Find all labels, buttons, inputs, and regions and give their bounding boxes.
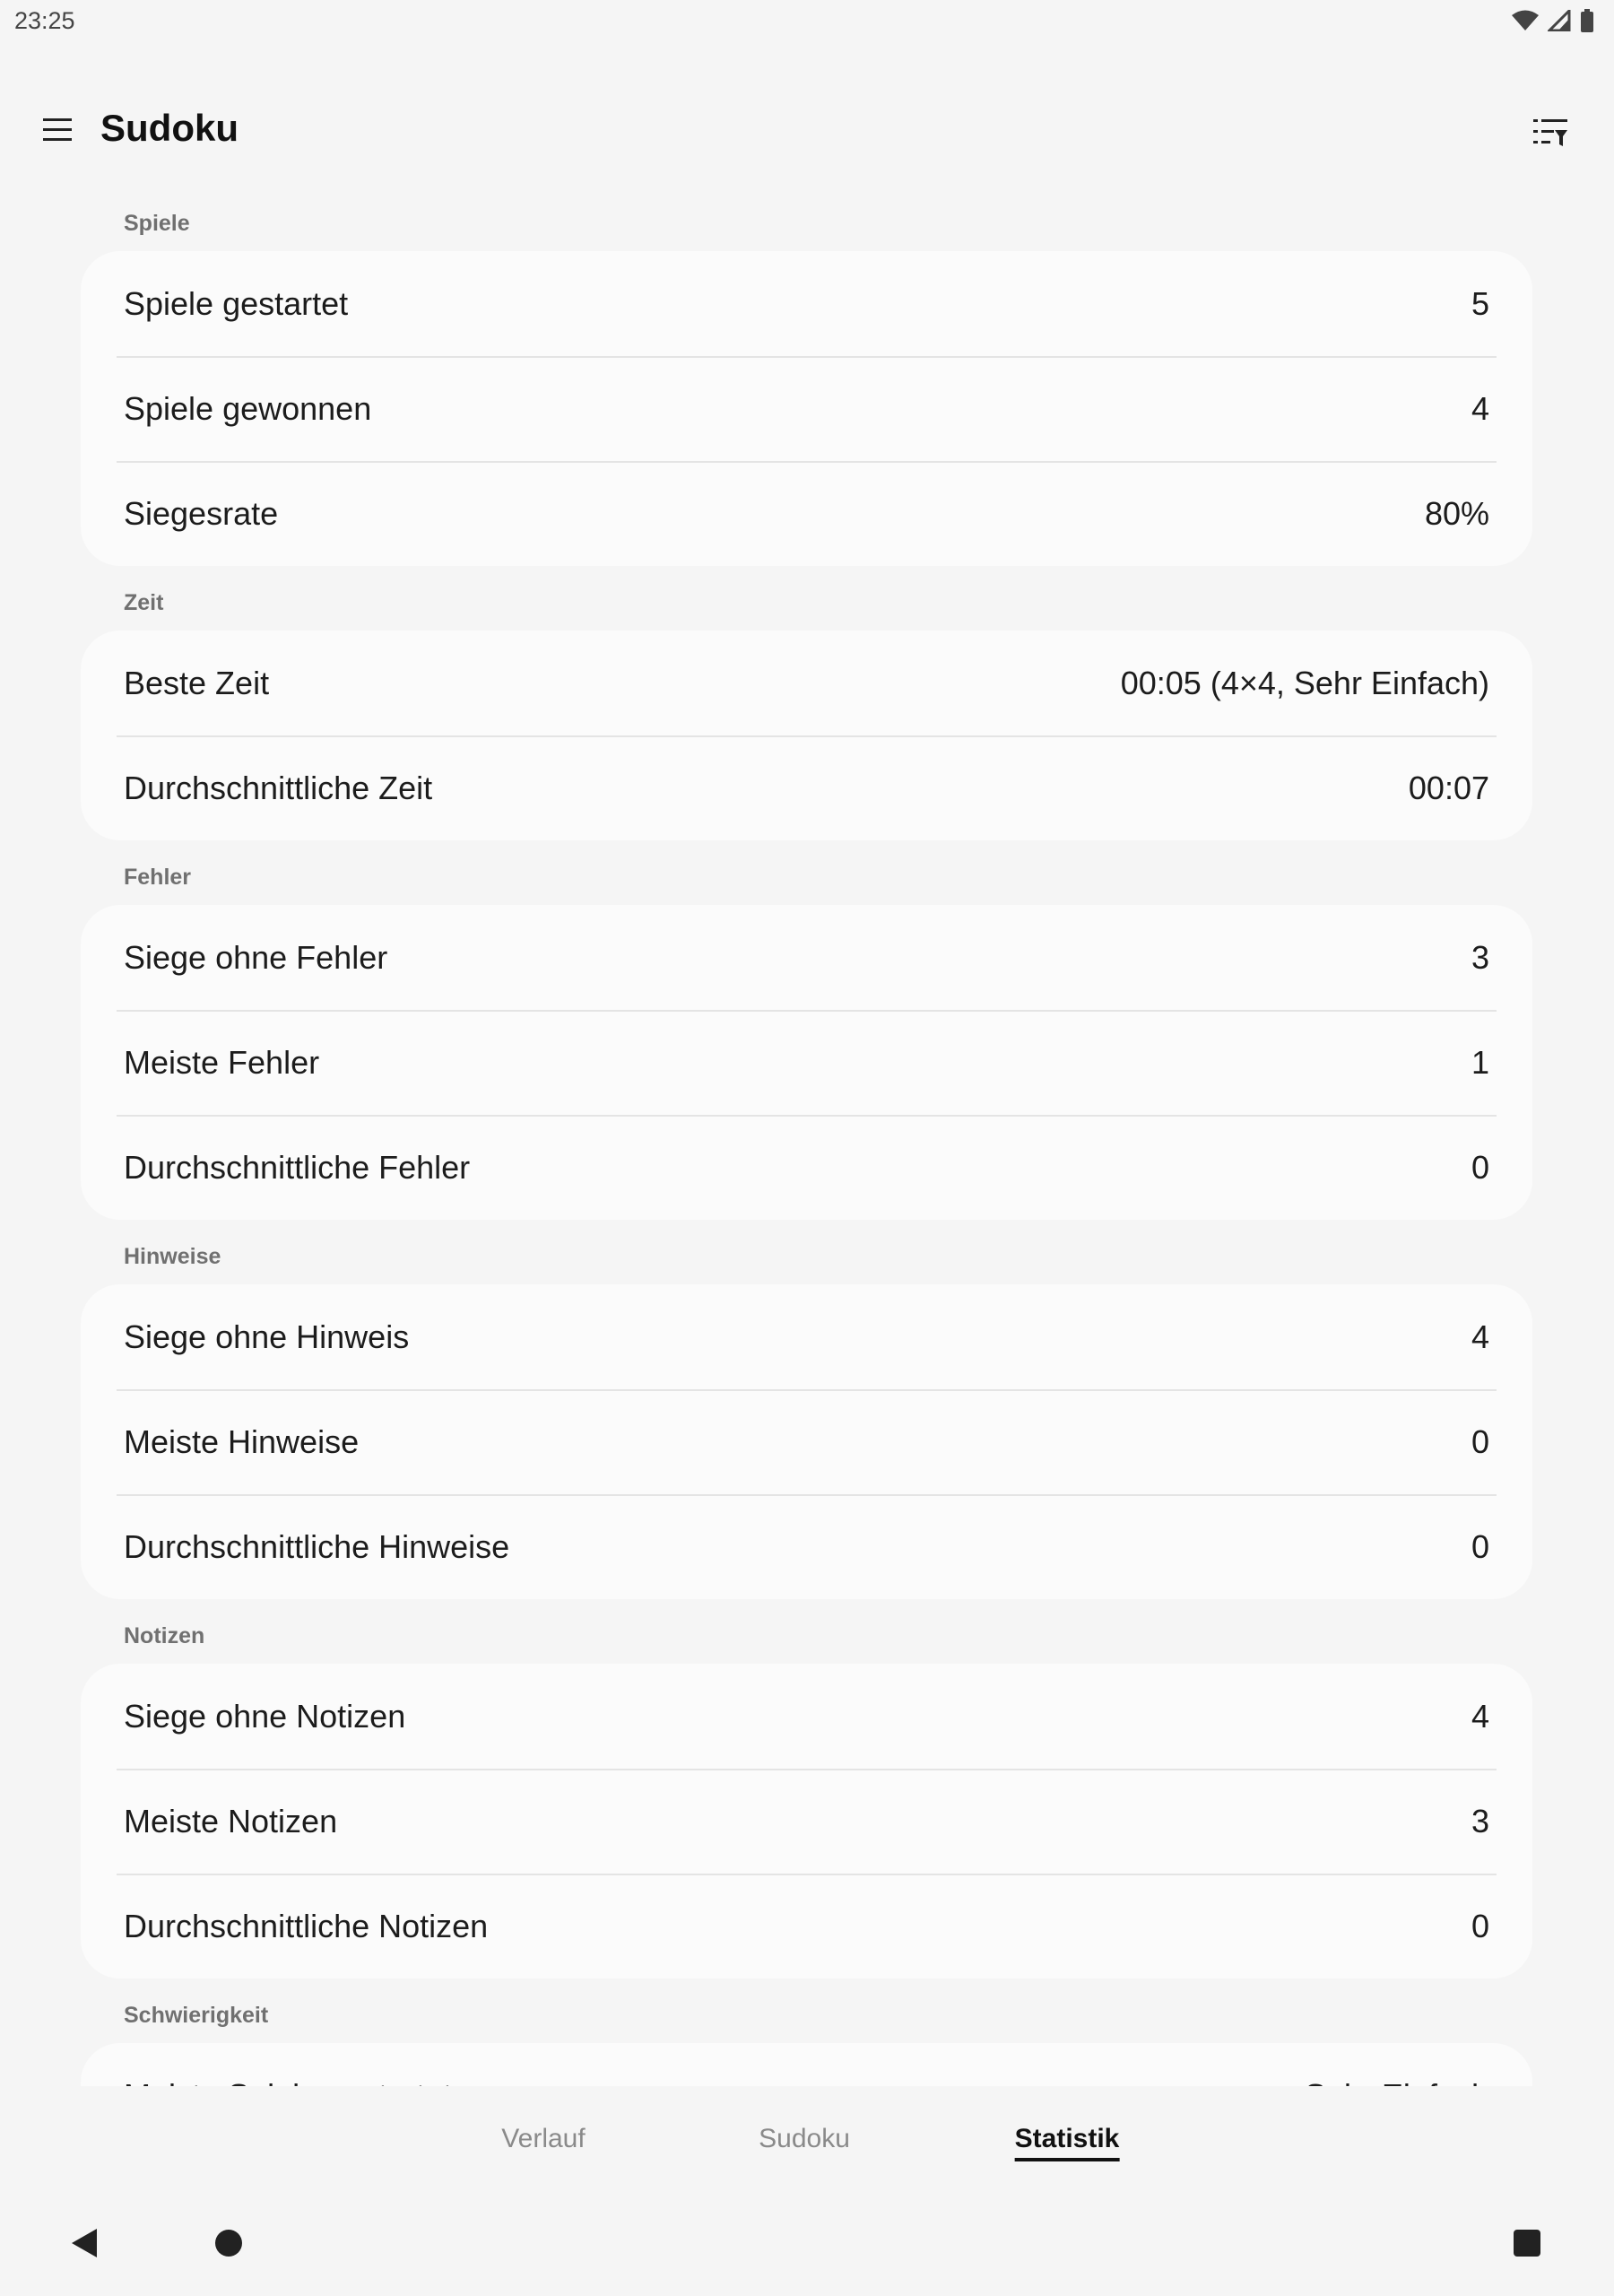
- stat-value: 4: [1471, 1318, 1489, 1355]
- tab-statistics[interactable]: Statistik: [1014, 2124, 1119, 2161]
- status-icons: [1512, 9, 1594, 32]
- tab-history[interactable]: Verlauf: [501, 2124, 585, 2154]
- hamburger-menu-icon: [43, 117, 72, 147]
- stat-label: Meiste Fehler: [124, 1043, 320, 1081]
- stat-label: Meiste Notizen: [124, 1802, 338, 1839]
- stat-value: 3: [1471, 1802, 1489, 1839]
- stat-label: Durchschnittliche Hinweise: [124, 1527, 510, 1565]
- stat-value: 3: [1471, 938, 1489, 976]
- section-header-mistakes: Fehler: [124, 865, 192, 890]
- stat-row-average-mistakes[interactable]: Durchschnittliche Fehler 0: [81, 1115, 1532, 1220]
- bottom-tab-bar: Verlauf Sudoku Statistik: [0, 2086, 1614, 2194]
- app-title: Sudoku: [100, 107, 239, 149]
- stat-label: Spiele gestartet: [124, 284, 349, 322]
- stat-row-games-started[interactable]: Spiele gestartet 5: [81, 251, 1532, 356]
- section-header-difficulty: Schwierigkeit: [124, 2003, 269, 2028]
- stat-row-win-rate[interactable]: Siegesrate 80%: [81, 461, 1532, 566]
- stat-label: Durchschnittliche Notizen: [124, 1907, 489, 1944]
- stat-value: 4: [1471, 389, 1489, 427]
- tab-sudoku[interactable]: Sudoku: [759, 2124, 850, 2154]
- stat-value: 0: [1471, 1422, 1489, 1460]
- stat-row-most-notes[interactable]: Meiste Notizen 3: [81, 1769, 1532, 1874]
- home-circle-icon: [214, 2229, 243, 2262]
- stat-label: Meiste Spiele gestartet: [124, 2077, 452, 2087]
- stat-row-most-mistakes[interactable]: Meiste Fehler 1: [81, 1010, 1532, 1115]
- signal-icon: [1548, 10, 1571, 31]
- wifi-icon: [1512, 10, 1539, 31]
- card-notes: Siege ohne Notizen 4 Meiste Notizen 3 Du…: [81, 1664, 1532, 1979]
- menu-button[interactable]: [30, 105, 84, 159]
- stat-row-most-hints[interactable]: Meiste Hinweise 0: [81, 1389, 1532, 1494]
- stat-label: Beste Zeit: [124, 664, 270, 701]
- section-header-notes: Notizen: [124, 1623, 205, 1648]
- stat-label: Spiele gewonnen: [124, 389, 372, 427]
- stat-label: Durchschnittliche Fehler: [124, 1148, 471, 1186]
- filter-button[interactable]: [1524, 109, 1578, 162]
- stat-value: 80%: [1424, 494, 1489, 532]
- section-header-time: Zeit: [124, 590, 164, 615]
- card-hints: Siege ohne Hinweis 4 Meiste Hinweise 0 D…: [81, 1284, 1532, 1599]
- card-difficulty: Meiste Spiele gestartet Sehr Einfach: [81, 2043, 1532, 2086]
- filter-list-icon: [1533, 117, 1569, 154]
- stat-row-most-games-started[interactable]: Meiste Spiele gestartet Sehr Einfach: [81, 2043, 1532, 2087]
- battery-icon: [1580, 9, 1594, 32]
- status-bar: 23:25: [0, 0, 1614, 45]
- system-nav-bar: [0, 2194, 1614, 2296]
- card-time: Beste Zeit 00:05 (4×4, Sehr Einfach) Dur…: [81, 631, 1532, 840]
- card-mistakes: Siege ohne Fehler 3 Meiste Fehler 1 Durc…: [81, 905, 1532, 1220]
- stat-value: 4: [1471, 1697, 1489, 1735]
- stat-value: 5: [1471, 284, 1489, 322]
- stat-label: Siegesrate: [124, 494, 279, 532]
- stat-row-average-time[interactable]: Durchschnittliche Zeit 00:07: [81, 735, 1532, 840]
- stat-row-best-time[interactable]: Beste Zeit 00:05 (4×4, Sehr Einfach): [81, 631, 1532, 735]
- stat-row-games-won[interactable]: Spiele gewonnen 4: [81, 356, 1532, 461]
- screen: 23:25 Sudoku Spiele Spiele gestartet 5 S…: [0, 0, 1614, 2296]
- recents-square-icon: [1513, 2229, 1541, 2262]
- stat-label: Durchschnittliche Zeit: [124, 769, 433, 806]
- section-header-games: Spiele: [124, 211, 190, 236]
- stat-value: 0: [1471, 1527, 1489, 1565]
- stat-row-wins-without-hint[interactable]: Siege ohne Hinweis 4: [81, 1284, 1532, 1389]
- home-button[interactable]: [184, 2194, 273, 2296]
- back-button[interactable]: [39, 2194, 129, 2296]
- stat-value: Sehr Einfach: [1305, 2077, 1489, 2087]
- card-games: Spiele gestartet 5 Spiele gewonnen 4 Sie…: [81, 251, 1532, 566]
- section-header-hints: Hinweise: [124, 1244, 221, 1269]
- stat-row-average-notes[interactable]: Durchschnittliche Notizen 0: [81, 1874, 1532, 1979]
- stat-row-wins-without-notes[interactable]: Siege ohne Notizen 4: [81, 1664, 1532, 1769]
- stat-label: Siege ohne Hinweis: [124, 1318, 410, 1355]
- statistics-content[interactable]: Spiele Spiele gestartet 5 Spiele gewonne…: [0, 188, 1614, 2086]
- recents-button[interactable]: [1482, 2194, 1572, 2296]
- stat-value: 00:05 (4×4, Sehr Einfach): [1120, 664, 1489, 701]
- app-bar: Sudoku: [0, 94, 1614, 166]
- stat-label: Meiste Hinweise: [124, 1422, 360, 1460]
- stat-value: 00:07: [1408, 769, 1489, 806]
- stat-value: 0: [1471, 1907, 1489, 1944]
- stat-row-average-hints[interactable]: Durchschnittliche Hinweise 0: [81, 1494, 1532, 1599]
- status-time: 23:25: [14, 7, 75, 34]
- stat-row-wins-without-mistakes[interactable]: Siege ohne Fehler 3: [81, 905, 1532, 1010]
- stat-label: Siege ohne Fehler: [124, 938, 388, 976]
- back-triangle-icon: [70, 2228, 99, 2263]
- stat-value: 0: [1471, 1148, 1489, 1186]
- stat-value: 1: [1471, 1043, 1489, 1081]
- stat-label: Siege ohne Notizen: [124, 1697, 406, 1735]
